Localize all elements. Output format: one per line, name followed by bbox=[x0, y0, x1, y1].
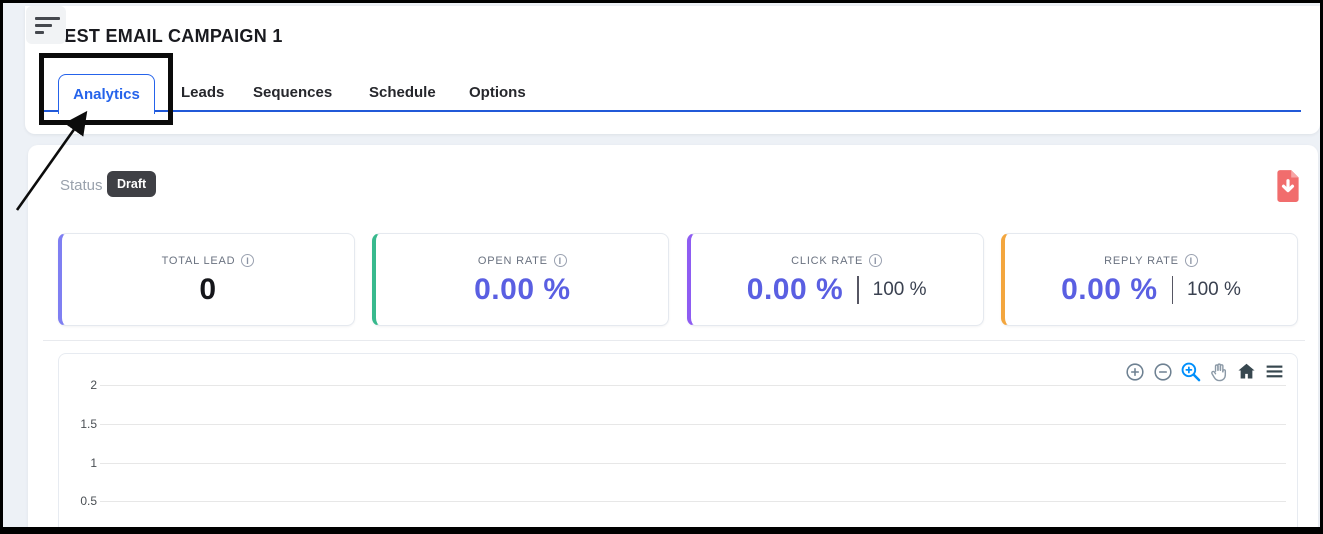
stat-label: TOTAL LEAD bbox=[162, 255, 236, 267]
analytics-panel: Status Draft TOTAL LEAD i 0 bbox=[28, 145, 1318, 530]
status-badge: Draft bbox=[107, 171, 156, 197]
page-title: TEST EMAIL CAMPAIGN 1 bbox=[53, 26, 283, 47]
y-axis-tick: 1 bbox=[67, 456, 97, 470]
file-download-icon bbox=[1274, 169, 1302, 203]
screenshot-frame: TEST EMAIL CAMPAIGN 1 Analytics Leads Se… bbox=[0, 0, 1323, 534]
value-divider bbox=[1172, 276, 1174, 304]
tab-sequences[interactable]: Sequences bbox=[253, 74, 332, 112]
zoom-out-icon[interactable] bbox=[1152, 361, 1173, 382]
info-icon[interactable]: i bbox=[869, 254, 882, 267]
info-icon[interactable]: i bbox=[1185, 254, 1198, 267]
stat-cards-row: TOTAL LEAD i 0 OPEN RATE i 0.00 % CLIC bbox=[58, 233, 1298, 326]
tab-options[interactable]: Options bbox=[469, 74, 526, 112]
stat-value: 0.00 % bbox=[747, 273, 843, 307]
stat-card-reply-rate: REPLY RATE i 0.00 % 100 % bbox=[1001, 233, 1298, 326]
tab-bar: Analytics Leads Sequences Schedule Optio… bbox=[43, 74, 1301, 112]
y-axis-tick: 1.5 bbox=[67, 417, 97, 431]
info-icon[interactable]: i bbox=[554, 254, 567, 267]
chart-toolbar bbox=[1124, 361, 1285, 382]
download-report-button[interactable] bbox=[1274, 169, 1302, 203]
stat-secondary-value: 100 % bbox=[1187, 279, 1241, 301]
chart-menu-icon[interactable] bbox=[1264, 361, 1285, 382]
home-reset-icon[interactable] bbox=[1236, 361, 1257, 382]
gridline bbox=[100, 463, 1286, 464]
stat-value: 0.00 % bbox=[474, 273, 570, 307]
tab-analytics[interactable]: Analytics bbox=[58, 74, 155, 114]
gridline bbox=[100, 385, 1286, 386]
stat-label: CLICK RATE bbox=[791, 255, 863, 267]
stat-value: 0 bbox=[199, 273, 216, 307]
status-label: Status bbox=[60, 177, 103, 194]
info-icon[interactable]: i bbox=[241, 254, 254, 267]
stat-label: OPEN RATE bbox=[478, 255, 548, 267]
pan-icon[interactable] bbox=[1208, 361, 1229, 382]
tab-schedule[interactable]: Schedule bbox=[369, 74, 436, 112]
stat-card-open-rate: OPEN RATE i 0.00 % bbox=[372, 233, 669, 326]
tab-leads[interactable]: Leads bbox=[181, 74, 224, 112]
campaign-header: TEST EMAIL CAMPAIGN 1 Analytics Leads Se… bbox=[25, 6, 1320, 134]
stat-secondary-value: 100 % bbox=[873, 279, 927, 301]
stat-card-total-lead: TOTAL LEAD i 0 bbox=[58, 233, 355, 326]
filter-sort-icon bbox=[35, 17, 60, 20]
zoom-in-icon[interactable] bbox=[1124, 361, 1145, 382]
gridline bbox=[100, 424, 1286, 425]
stat-card-click-rate: CLICK RATE i 0.00 % 100 % bbox=[687, 233, 984, 326]
y-axis-tick: 0.5 bbox=[67, 494, 97, 508]
y-axis-tick: 2 bbox=[67, 378, 97, 392]
stat-value: 0.00 % bbox=[1061, 273, 1157, 307]
gridline bbox=[100, 501, 1286, 502]
analytics-chart: 2 1.5 1 0.5 bbox=[58, 353, 1298, 530]
stat-label: REPLY RATE bbox=[1104, 255, 1179, 267]
filter-sort-icon-button[interactable] bbox=[26, 6, 66, 44]
section-divider bbox=[43, 340, 1305, 341]
selection-zoom-icon[interactable] bbox=[1180, 361, 1201, 382]
value-divider bbox=[857, 276, 859, 304]
